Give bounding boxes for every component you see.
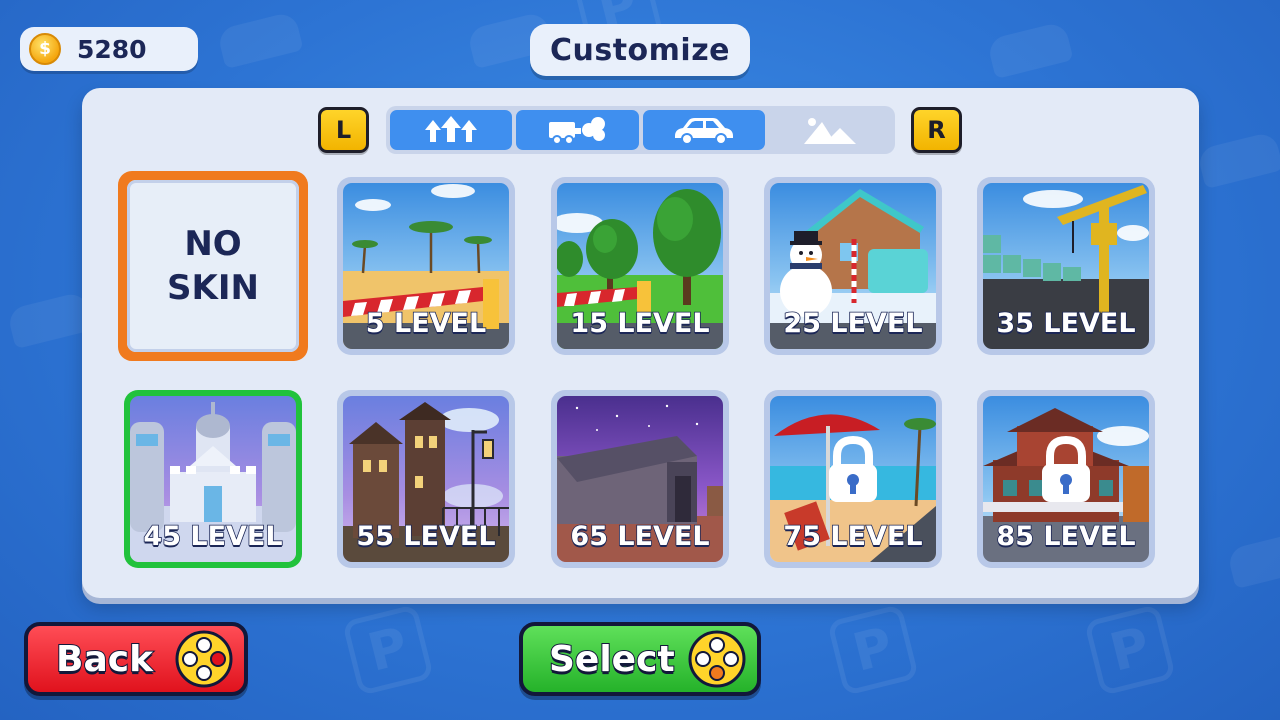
tab-maps[interactable]	[768, 110, 891, 150]
skin-level-label: 65 LEVEL	[570, 520, 711, 553]
select-button[interactable]: Select	[519, 622, 761, 696]
lock-icon	[829, 435, 877, 502]
pagoda-thumbnail: 85 LEVEL	[983, 396, 1149, 562]
skin-level-label: 5 LEVEL	[365, 307, 487, 340]
haunted-thumbnail: 55 LEVEL	[343, 396, 509, 562]
construction-thumbnail: 35 LEVEL	[983, 183, 1149, 349]
winter-thumbnail: 25 LEVEL	[770, 183, 936, 349]
skin-card-pagoda[interactable]: 85 LEVEL	[977, 390, 1155, 568]
parking-sign-icon: P	[1083, 603, 1177, 697]
skin-level-label: 35 LEVEL	[996, 307, 1137, 340]
skin-card-construction[interactable]: 35 LEVEL	[977, 177, 1155, 355]
skin-level-label: 55 LEVEL	[356, 520, 497, 553]
forest-thumbnail: 15 LEVEL	[557, 183, 723, 349]
exhaust-smoke-icon	[549, 117, 606, 145]
back-button[interactable]: Back	[24, 622, 248, 696]
coin-value: 5280	[77, 34, 147, 64]
skin-level-label: 15 LEVEL	[570, 307, 711, 340]
skin-card-inner: NO SKIN	[127, 180, 299, 352]
prev-tab-button[interactable]: L	[318, 107, 369, 153]
car-silhouette-icon	[986, 20, 1074, 80]
skin-level-label: 45 LEVEL	[143, 520, 284, 553]
skin-card-beach[interactable]: 75 LEVEL	[764, 390, 942, 568]
no-skin-label: NO SKIN	[167, 223, 259, 308]
arrows-up-icon	[425, 116, 478, 142]
desert-thumbnail: 5 LEVEL	[343, 183, 509, 349]
lock-icon	[1042, 435, 1090, 502]
car-silhouette-icon	[1196, 130, 1280, 190]
skin-card-forest[interactable]: 15 LEVEL	[551, 177, 729, 355]
beach-thumbnail: 75 LEVEL	[770, 396, 936, 562]
skin-level-label: 75 LEVEL	[783, 520, 924, 553]
skin-card-winter[interactable]: 25 LEVEL	[764, 177, 942, 355]
select-button-label: Select	[548, 638, 676, 681]
tab-upgrades[interactable]	[390, 110, 513, 150]
skin-card-ice-castle[interactable]: 45 LEVEL	[124, 390, 302, 568]
car-silhouette-icon	[216, 10, 304, 70]
skin-level-label: 85 LEVEL	[996, 520, 1137, 553]
car-silhouette-icon	[1226, 530, 1280, 590]
mountains-icon	[803, 118, 856, 144]
category-tabs	[386, 106, 895, 154]
gamepad-buttons-icon	[175, 630, 233, 688]
next-tab-button[interactable]: R	[911, 107, 962, 153]
skin-card-desert[interactable]: 5 LEVEL	[337, 177, 515, 355]
tab-exhaust[interactable]	[516, 110, 639, 150]
skin-card-haunted[interactable]: 55 LEVEL	[337, 390, 515, 568]
car-silhouette-icon	[6, 290, 94, 350]
parking-sign-icon: P	[826, 603, 920, 697]
skin-card-no-skin[interactable]: NO SKIN	[118, 171, 308, 361]
ice-castle-thumbnail: 45 LEVEL	[130, 396, 296, 562]
coin-counter: $ 5280	[20, 27, 198, 71]
back-button-label: Back	[55, 638, 154, 681]
gamepad-buttons-icon	[688, 630, 746, 688]
page-title: Customize	[530, 24, 750, 76]
car-icon	[674, 118, 733, 145]
parking-sign-icon: P	[341, 603, 435, 697]
coin-icon: $	[29, 33, 61, 65]
skin-card-night-tunnel[interactable]: 65 LEVEL	[551, 390, 729, 568]
night-tunnel-thumbnail: 65 LEVEL	[557, 396, 723, 562]
tab-cars[interactable]	[642, 110, 765, 150]
skin-level-label: 25 LEVEL	[783, 307, 924, 340]
